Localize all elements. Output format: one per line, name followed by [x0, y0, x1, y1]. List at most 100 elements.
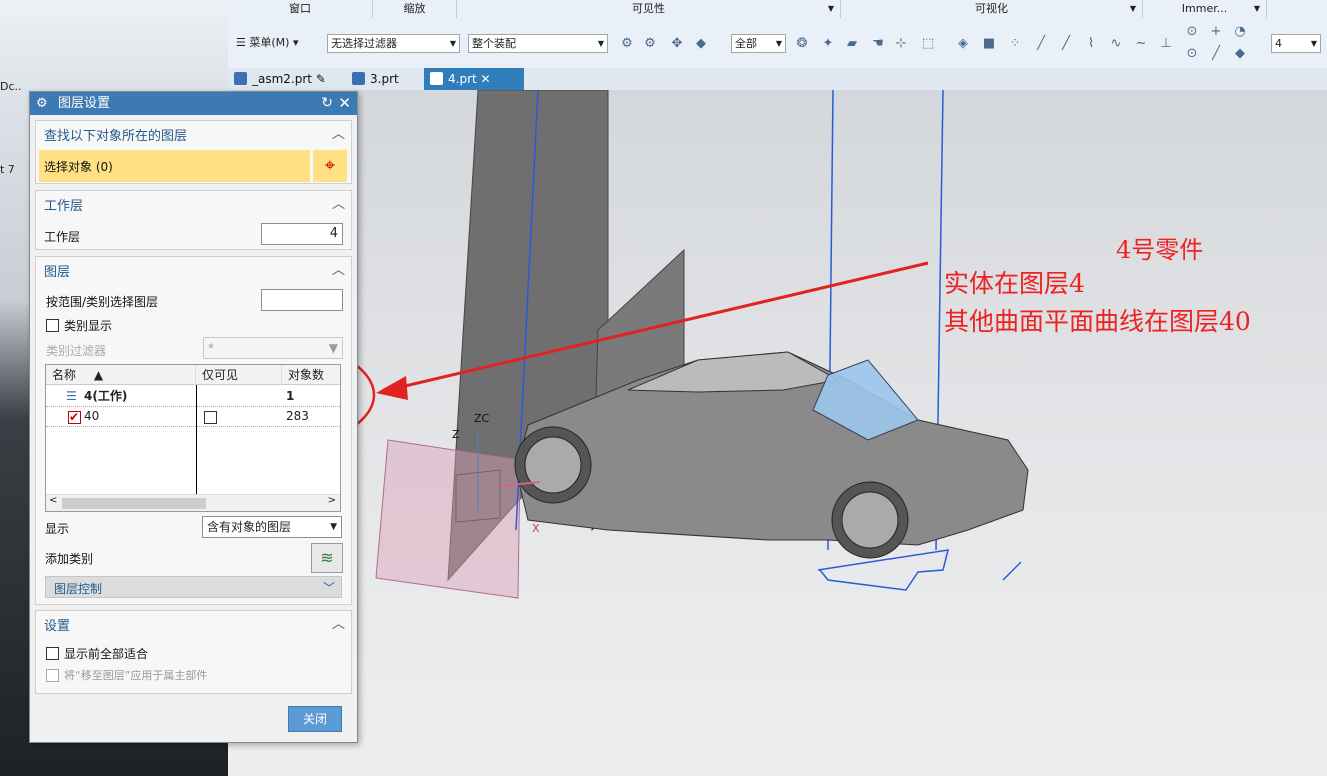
- scroll-left-icon[interactable]: <: [49, 495, 57, 506]
- add-category-icon[interactable]: ≋: [311, 543, 343, 573]
- chevron-down-icon: ▼: [449, 39, 456, 48]
- add-category-label: 添加类别: [45, 552, 94, 566]
- axis-icon[interactable]: ⊥: [1158, 36, 1174, 52]
- chevron-up-icon[interactable]: ︿: [332, 613, 345, 632]
- axis-label-zc: ZC: [474, 412, 490, 425]
- plus-icon[interactable]: +: [1208, 24, 1224, 40]
- display-filter-select[interactable]: 含有对象的图层 ▼: [202, 516, 342, 538]
- shape-icon[interactable]: ◆: [1232, 46, 1248, 62]
- color-palette-icon[interactable]: ◆: [693, 36, 709, 52]
- hand-icon[interactable]: ☚: [870, 36, 886, 52]
- select-object-field[interactable]: 选择对象 (0): [39, 150, 310, 182]
- solid-icon[interactable]: ◈: [955, 36, 971, 52]
- layer-count: 1: [286, 389, 295, 403]
- edit-icon: ✎: [315, 72, 326, 86]
- line-icon[interactable]: ╱: [1208, 46, 1224, 62]
- select-object-label: 选择对象 (0): [44, 160, 113, 174]
- selection-icon[interactable]: ⊹: [893, 36, 909, 52]
- eraser-icon[interactable]: ▰: [844, 36, 860, 52]
- chevron-up-icon[interactable]: ︿: [332, 123, 345, 142]
- box-select-icon[interactable]: ⬚: [920, 36, 936, 52]
- move-to-layer-checkbox[interactable]: [46, 669, 59, 682]
- layer-visible-checkbox[interactable]: [68, 408, 81, 427]
- line-icon[interactable]: ╱: [1058, 36, 1074, 52]
- part-icon: [430, 72, 443, 85]
- table-row[interactable]: ☰ 4(工作) 1: [46, 387, 340, 407]
- selection-filter-select[interactable]: 无选择过滤器 ▼: [327, 34, 460, 53]
- chevron-down-icon: ▼: [1129, 4, 1136, 13]
- chevron-down-icon: ▼: [1310, 39, 1317, 48]
- cube-icon[interactable]: ■: [981, 36, 997, 52]
- annotation-part-number: 4号零件: [1116, 236, 1204, 264]
- shape-icon[interactable]: ◔: [1232, 24, 1248, 40]
- group-visualization[interactable]: 可视化 ▼: [841, 0, 1143, 18]
- sort-up-icon: ▲: [93, 368, 104, 382]
- chevron-down-icon: ▼: [827, 4, 834, 13]
- column-header-count[interactable]: 对象数: [282, 365, 340, 385]
- close-button[interactable]: 关闭: [288, 706, 342, 732]
- line-icon[interactable]: ╱: [1033, 36, 1049, 52]
- work-layer-input[interactable]: 4: [261, 223, 343, 245]
- table-row[interactable]: 40 283: [46, 407, 340, 427]
- layer-list-table: 名称 ▲ 仅可见 对象数 ☰ 4(工作) 1 40 283 < >: [45, 364, 341, 512]
- horizontal-scrollbar[interactable]: < >: [46, 494, 340, 511]
- category-display-checkbox[interactable]: [46, 319, 59, 332]
- column-header-name[interactable]: 名称 ▲: [46, 365, 196, 385]
- layer-count: 283: [286, 409, 309, 423]
- layer-control-label: 图层控制: [54, 582, 103, 596]
- assembly-scope-select[interactable]: 整个装配 ▼: [468, 34, 608, 53]
- scroll-right-icon[interactable]: >: [328, 495, 336, 506]
- layer-select[interactable]: 4 ▼: [1271, 34, 1321, 53]
- spline-icon[interactable]: ∿: [1108, 36, 1124, 52]
- group-window[interactable]: 窗口: [228, 0, 373, 18]
- graphics-viewport[interactable]: ZC Z X 4号零件 实体在图层4 其他曲面平面曲线在图层40: [228, 90, 1327, 776]
- palette-icon[interactable]: ❂: [794, 36, 810, 52]
- tab-asm2[interactable]: _asm2.prt ✎: [228, 68, 356, 90]
- layer-control-group[interactable]: 图层控制 ﹀: [45, 576, 342, 598]
- group-zoom[interactable]: 缩放: [373, 0, 457, 18]
- point-icon[interactable]: ⊙: [1184, 24, 1200, 40]
- gear-icon: ⚙: [36, 96, 48, 111]
- model-drawing: [228, 90, 1029, 599]
- layers-icon: ☰: [66, 389, 77, 403]
- tab-4[interactable]: 4.prt ✕: [424, 68, 524, 90]
- chevron-up-icon[interactable]: ︿: [332, 259, 345, 278]
- point-icon[interactable]: ⊙: [1184, 46, 1200, 62]
- display-label: 显示: [45, 522, 70, 536]
- close-icon[interactable]: ✕: [481, 72, 491, 86]
- category-filter-select[interactable]: * ▼: [203, 337, 343, 359]
- chevron-down-icon: ▼: [1253, 4, 1260, 13]
- visible-only-checkbox[interactable]: [204, 411, 217, 424]
- crosshair-icon[interactable]: ⌖: [313, 150, 347, 182]
- type-filter-select[interactable]: 全部 ▼: [731, 34, 786, 53]
- highlight-icon[interactable]: ✦: [820, 36, 836, 52]
- dots-icon[interactable]: ⁘: [1007, 36, 1023, 52]
- close-icon[interactable]: ✕: [338, 92, 351, 115]
- scrollbar-thumb[interactable]: [62, 498, 206, 509]
- range-select-label: 按范围/类别选择图层: [46, 295, 159, 309]
- group-immersive[interactable]: Immer... ▼: [1143, 0, 1267, 18]
- axis-label-z: Z: [452, 428, 460, 441]
- chevron-down-icon: ▼: [328, 341, 338, 355]
- dialog-titlebar[interactable]: ⚙ 图层设置 ↻ ✕: [30, 92, 357, 115]
- menu-icon: ☰: [236, 36, 246, 49]
- snap-icon[interactable]: ⚙: [642, 36, 658, 52]
- category-filter-label: 类别过滤器: [46, 344, 107, 358]
- snap-icon[interactable]: ✥: [669, 36, 685, 52]
- spline-icon[interactable]: ∼: [1133, 36, 1149, 52]
- axis-label-x: X: [532, 522, 540, 535]
- reset-icon[interactable]: ↻: [321, 92, 333, 115]
- group-visibility[interactable]: 可见性 ▼: [457, 0, 841, 18]
- annotation-other-layer: 其他曲面平面曲线在图层40: [944, 307, 1251, 336]
- snap-icon[interactable]: ⚙: [619, 36, 635, 52]
- curve-icon[interactable]: ⌇: [1083, 36, 1099, 52]
- fit-all-checkbox[interactable]: [46, 647, 59, 660]
- part-icon: [234, 72, 247, 85]
- column-header-visible-only[interactable]: 仅可见: [196, 365, 282, 385]
- ribbon-toolbar: 窗口 缩放 可见性 ▼ 可视化 ▼ Immer... ▼ ☰ 菜单(M) ▾ 无选择过…: [228, 0, 1327, 69]
- layer-name: 4(工作): [84, 389, 128, 403]
- range-select-input[interactable]: [261, 289, 343, 311]
- menu-button[interactable]: ☰ 菜单(M) ▾: [236, 34, 298, 50]
- settings-section: 设置 ︿ 显示前全部适合 将“移至图层”应用于属主部件: [35, 610, 352, 694]
- chevron-up-icon[interactable]: ︿: [332, 193, 345, 212]
